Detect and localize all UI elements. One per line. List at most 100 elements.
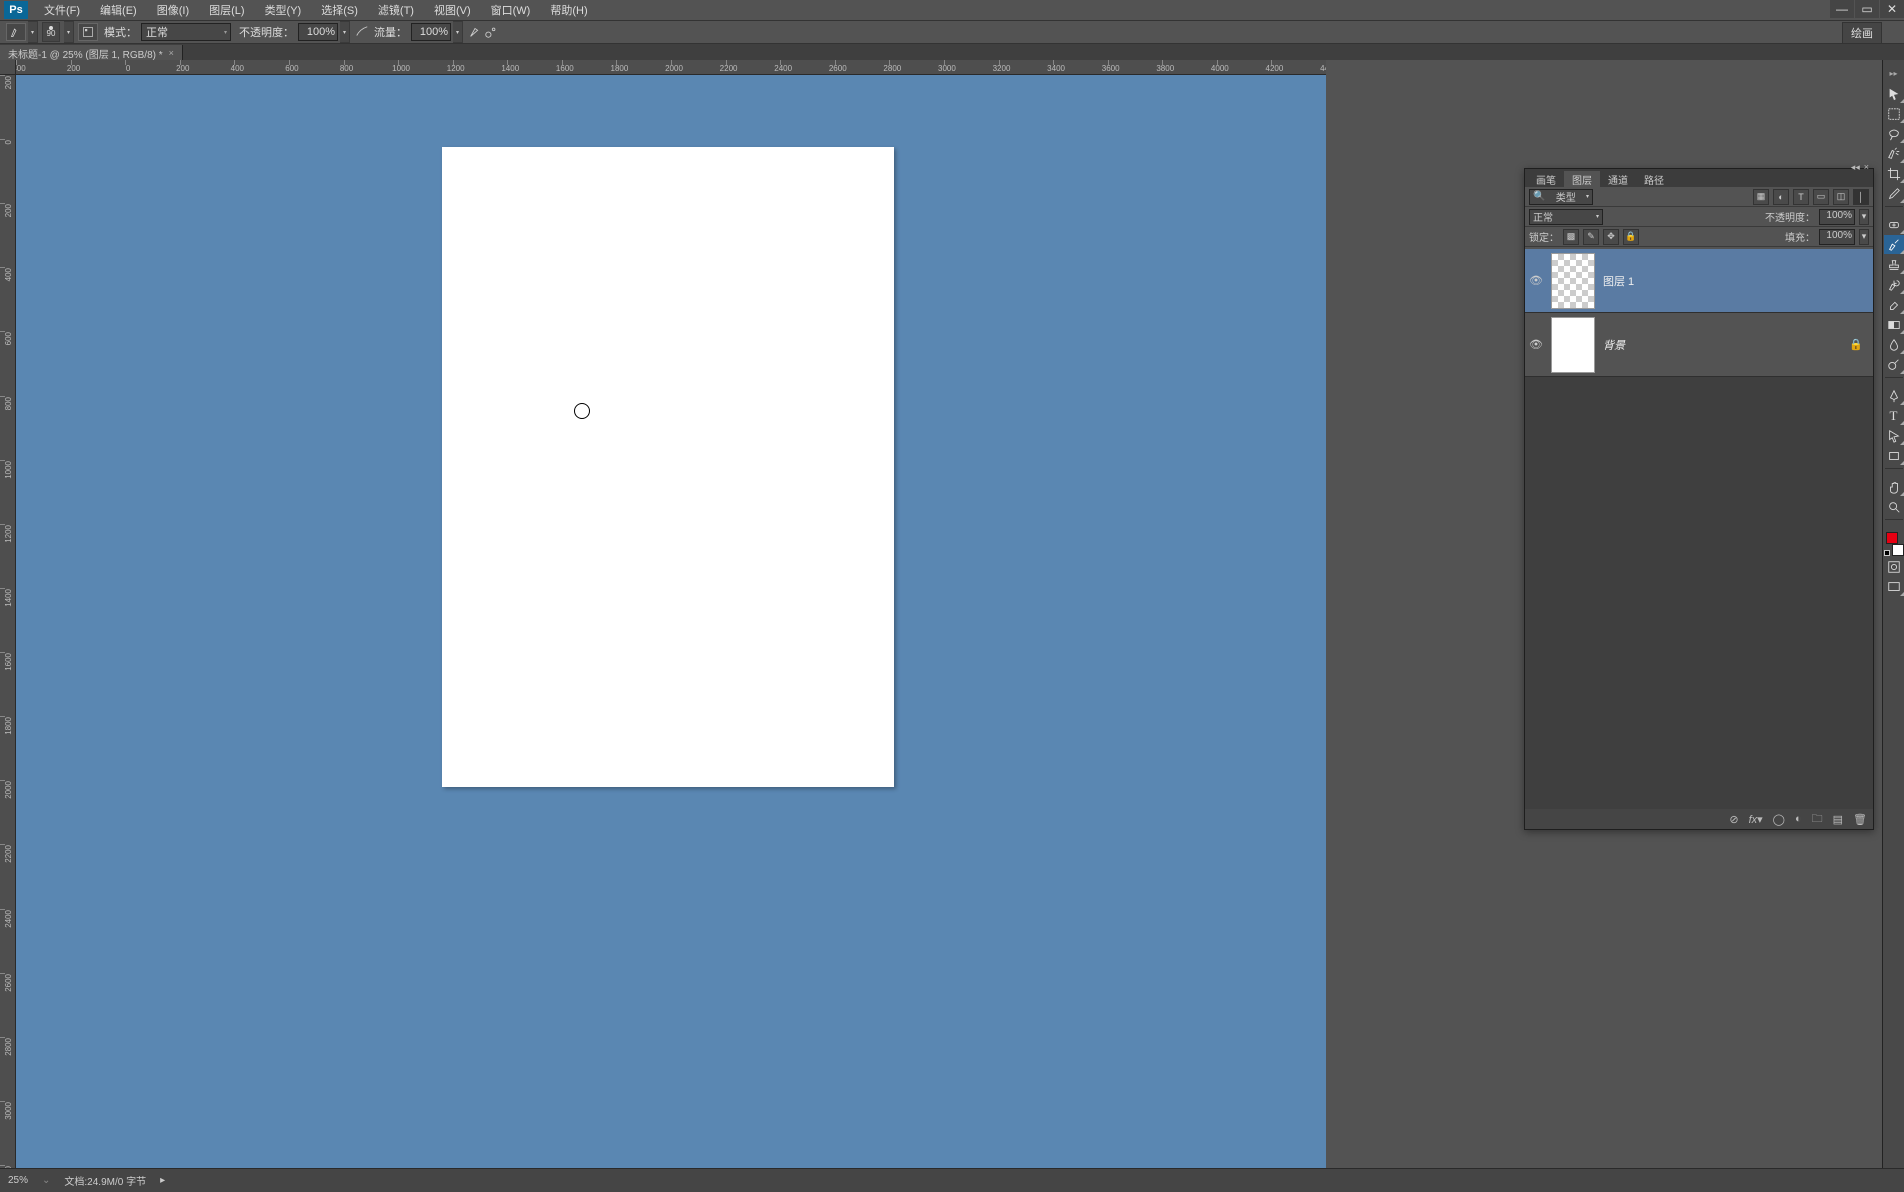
blur-tool[interactable] bbox=[1884, 335, 1904, 354]
default-colors-icon[interactable] bbox=[1884, 550, 1890, 556]
delete-layer-icon[interactable]: 🗑 bbox=[1853, 813, 1867, 826]
status-doc-info[interactable]: 文档:24.9M/0 字节 bbox=[64, 1173, 146, 1188]
window-close-button[interactable]: ✕ bbox=[1880, 0, 1904, 18]
layer-name[interactable]: 背景 bbox=[1603, 337, 1625, 353]
window-minimize-button[interactable]: — bbox=[1830, 0, 1854, 18]
panel-tab-paths[interactable]: 路径 bbox=[1636, 171, 1672, 187]
filter-adjust-icon[interactable]: ◐ bbox=[1773, 189, 1789, 205]
menu-filter[interactable]: 滤镜(T) bbox=[368, 2, 424, 18]
airbrush-toggle[interactable] bbox=[467, 23, 483, 41]
ruler-origin[interactable] bbox=[0, 60, 16, 75]
lasso-tool[interactable] bbox=[1884, 124, 1904, 143]
layer-fill-slider[interactable]: ▾ bbox=[1859, 229, 1869, 245]
blend-mode-select[interactable]: 正常▾ bbox=[141, 23, 231, 41]
layer-row[interactable]: 👁 图层 1 bbox=[1525, 249, 1873, 313]
expand-toolbox-button[interactable]: ▸▸ bbox=[1884, 64, 1904, 83]
canvas-viewport[interactable] bbox=[16, 75, 1326, 1168]
link-layers-icon[interactable]: ⊘ bbox=[1729, 813, 1738, 826]
layer-filter-type[interactable]: 🔍类型▾ bbox=[1529, 189, 1593, 205]
layer-group-icon[interactable]: 🗀 bbox=[1812, 810, 1823, 829]
hand-tool[interactable] bbox=[1884, 477, 1904, 496]
brush-tool[interactable] bbox=[1884, 235, 1904, 254]
layer-fx-icon[interactable]: fx▾ bbox=[1749, 813, 1763, 826]
lock-all-icon[interactable]: 🔒 bbox=[1623, 229, 1639, 245]
shape-tool[interactable] bbox=[1884, 446, 1904, 465]
current-tool-icon[interactable] bbox=[6, 23, 26, 41]
document-tab-close[interactable]: × bbox=[169, 48, 174, 58]
history-brush-tool[interactable] bbox=[1884, 275, 1904, 294]
opacity-slider[interactable]: ▾ bbox=[340, 21, 350, 43]
menu-view[interactable]: 视图(V) bbox=[424, 2, 481, 18]
adjustment-layer-icon[interactable]: ◐ bbox=[1795, 813, 1802, 825]
filter-text-icon[interactable]: T bbox=[1793, 189, 1809, 205]
panel-close-button[interactable]: × bbox=[1864, 162, 1869, 173]
layer-fill-input[interactable]: 100% bbox=[1819, 229, 1855, 245]
layer-visibility-toggle[interactable]: 👁 bbox=[1529, 274, 1543, 288]
quick-select-tool[interactable] bbox=[1884, 144, 1904, 163]
document-tab[interactable]: 未标题-1 @ 25% (图层 1, RGB/8) * × bbox=[0, 45, 183, 60]
layer-blend-select[interactable]: 正常▾ bbox=[1529, 209, 1603, 225]
zoom-tool[interactable] bbox=[1884, 497, 1904, 516]
lock-position-icon[interactable]: ✥ bbox=[1603, 229, 1619, 245]
stamp-tool[interactable] bbox=[1884, 255, 1904, 274]
horizontal-ruler[interactable]: 4002000200400600800100012001400160018002… bbox=[16, 60, 1326, 75]
brush-picker[interactable]: ▾ bbox=[64, 21, 74, 43]
heal-tool[interactable] bbox=[1884, 215, 1904, 234]
layer-thumbnail[interactable] bbox=[1551, 317, 1595, 373]
gradient-tool[interactable] bbox=[1884, 315, 1904, 334]
layer-mask-icon[interactable]: ◯ bbox=[1773, 813, 1785, 826]
dodge-tool[interactable] bbox=[1884, 355, 1904, 374]
vertical-ruler[interactable]: 2000200400600800100012001400160018002000… bbox=[0, 75, 16, 1168]
opacity-input[interactable]: 100% bbox=[298, 23, 338, 41]
layer-row[interactable]: 👁背景🔒 bbox=[1525, 313, 1873, 377]
pen-tool[interactable] bbox=[1884, 386, 1904, 405]
eraser-tool[interactable] bbox=[1884, 295, 1904, 314]
layer-opacity-input[interactable]: 100% bbox=[1819, 209, 1855, 225]
menu-help[interactable]: 帮助(H) bbox=[540, 2, 597, 18]
marquee-tool[interactable] bbox=[1884, 104, 1904, 123]
menu-edit[interactable]: 编辑(E) bbox=[90, 2, 147, 18]
canvas[interactable] bbox=[442, 147, 894, 787]
menu-file[interactable]: 文件(F) bbox=[34, 2, 90, 18]
filter-pixel-icon[interactable]: ▦ bbox=[1753, 189, 1769, 205]
status-arrow-icon[interactable]: ▸ bbox=[160, 1175, 165, 1186]
move-tool[interactable] bbox=[1884, 84, 1904, 103]
screen-mode-toggle[interactable] bbox=[1884, 577, 1904, 596]
window-maximize-button[interactable]: ▭ bbox=[1855, 0, 1879, 18]
lock-pixels-icon[interactable]: ✎ bbox=[1583, 229, 1599, 245]
panel-tab-channels[interactable]: 通道 bbox=[1600, 171, 1636, 187]
status-handle-icon[interactable]: ⌄ bbox=[42, 1175, 50, 1186]
menu-type[interactable]: 类型(Y) bbox=[255, 2, 312, 18]
lock-transparent-icon[interactable]: ▩ bbox=[1563, 229, 1579, 245]
quick-mask-toggle[interactable] bbox=[1884, 557, 1904, 576]
pressure-size-toggle[interactable] bbox=[483, 23, 499, 41]
workspace-switcher[interactable]: 绘画 bbox=[1842, 22, 1882, 44]
pressure-opacity-toggle[interactable] bbox=[354, 23, 370, 41]
filter-toggle[interactable]: │ bbox=[1853, 189, 1869, 205]
crop-tool[interactable] bbox=[1884, 164, 1904, 183]
panel-tab-layers[interactable]: 图层 bbox=[1564, 171, 1600, 187]
menu-layer[interactable]: 图层(L) bbox=[199, 2, 254, 18]
layer-thumbnail[interactable] bbox=[1551, 253, 1595, 309]
color-swatches[interactable] bbox=[1884, 530, 1904, 556]
layer-list[interactable]: 👁图层 1👁背景🔒 bbox=[1525, 249, 1873, 809]
tool-preset-picker[interactable]: ▾ bbox=[28, 21, 38, 43]
panel-tab-brush[interactable]: 画笔 bbox=[1528, 171, 1564, 187]
brush-panel-toggle[interactable] bbox=[78, 23, 98, 41]
menu-image[interactable]: 图像(I) bbox=[147, 2, 199, 18]
flow-input[interactable]: 100% bbox=[411, 23, 451, 41]
path-select-tool[interactable] bbox=[1884, 426, 1904, 445]
text-tool[interactable]: T bbox=[1884, 406, 1904, 425]
flow-slider[interactable]: ▾ bbox=[453, 21, 463, 43]
eyedropper-tool[interactable] bbox=[1884, 184, 1904, 203]
layer-name[interactable]: 图层 1 bbox=[1603, 273, 1634, 289]
menu-window[interactable]: 窗口(W) bbox=[481, 2, 541, 18]
foreground-color-swatch[interactable] bbox=[1886, 532, 1898, 544]
layer-opacity-slider[interactable]: ▾ bbox=[1859, 209, 1869, 225]
menu-select[interactable]: 选择(S) bbox=[311, 2, 368, 18]
filter-shape-icon[interactable]: ▭ bbox=[1813, 189, 1829, 205]
panel-collapse-button[interactable]: ◂◂ bbox=[1851, 162, 1860, 173]
layer-visibility-toggle[interactable]: 👁 bbox=[1529, 338, 1543, 352]
status-zoom[interactable]: 25% bbox=[8, 1175, 28, 1186]
background-color-swatch[interactable] bbox=[1892, 544, 1904, 556]
